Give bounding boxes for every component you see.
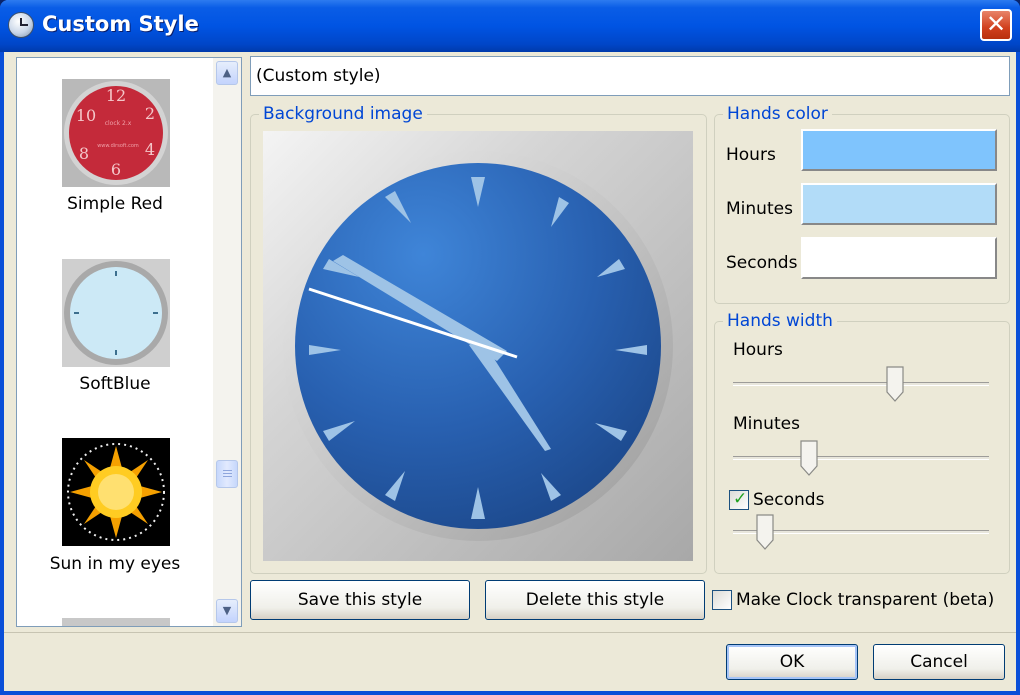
minutes-width-slider[interactable]	[733, 456, 989, 460]
svg-text:4: 4	[145, 140, 155, 159]
delete-style-button[interactable]: Delete this style	[485, 580, 705, 620]
style-label: Sun in my eyes	[49, 554, 181, 574]
footer-divider	[4, 632, 1016, 633]
svg-text:6: 6	[111, 160, 121, 179]
svg-text:12: 12	[106, 86, 126, 105]
style-name-input[interactable]	[250, 56, 1010, 96]
style-label: Simple Red	[67, 194, 163, 214]
hands-color-legend: Hands color	[723, 104, 832, 124]
background-image-preview[interactable]	[263, 131, 693, 561]
background-image-group: Background image	[250, 104, 707, 574]
custom-style-dialog: Custom Style ✕ 12 2 4 6 8 10 clock 2.x w…	[0, 0, 1020, 695]
hours-width-slider[interactable]	[733, 382, 989, 386]
vertical-scrollbar[interactable]: ▲ ▼	[213, 58, 241, 626]
hours-color-swatch[interactable]	[801, 129, 997, 171]
minutes-width-slider-thumb[interactable]	[800, 440, 818, 476]
svg-text:2: 2	[145, 104, 155, 123]
hands-width-group: Hands width Hours Minutes ✓ Seconds	[714, 311, 1010, 574]
close-button[interactable]: ✕	[980, 9, 1012, 41]
seconds-width-label: Seconds	[753, 490, 825, 510]
background-image-legend: Background image	[259, 104, 427, 124]
svg-text:10: 10	[76, 106, 96, 125]
title-bar[interactable]: Custom Style ✕	[0, 0, 1020, 52]
clock-app-icon	[8, 12, 34, 38]
scroll-thumb[interactable]	[216, 460, 238, 488]
partial-thumbnail	[62, 618, 170, 626]
minutes-color-swatch[interactable]	[801, 183, 997, 225]
hours-width-slider-thumb[interactable]	[886, 366, 904, 402]
transparent-checkbox[interactable]	[712, 590, 732, 610]
ok-button[interactable]: OK	[726, 644, 858, 680]
softblue-thumbnail	[62, 259, 170, 367]
check-icon: ✓	[733, 489, 748, 509]
simple-red-thumbnail: 12 2 4 6 8 10 clock 2.x www.dirsoft.com	[62, 79, 170, 187]
scroll-up-button[interactable]: ▲	[216, 61, 238, 85]
transparent-label: Make Clock transparent (beta)	[736, 590, 995, 610]
hours-width-label: Hours	[733, 340, 783, 360]
svg-text:8: 8	[79, 144, 89, 163]
hours-color-label: Hours	[726, 145, 776, 165]
window-title: Custom Style	[42, 12, 199, 36]
hands-color-group: Hands color Hours Minutes Seconds	[714, 104, 1010, 304]
svg-text:clock 2.x: clock 2.x	[105, 120, 132, 127]
minutes-width-label: Minutes	[733, 414, 800, 434]
clock-face-preview	[283, 151, 673, 541]
save-style-button[interactable]: Save this style	[250, 580, 470, 620]
scroll-down-button[interactable]: ▼	[216, 599, 238, 623]
seconds-width-checkbox[interactable]: ✓	[729, 489, 749, 510]
seconds-width-slider-thumb[interactable]	[756, 514, 774, 550]
sun-thumbnail	[62, 438, 170, 546]
svg-text:www.dirsoft.com: www.dirsoft.com	[97, 143, 139, 149]
seconds-color-swatch[interactable]	[801, 237, 997, 279]
cancel-button[interactable]: Cancel	[873, 644, 1005, 680]
style-list[interactable]: 12 2 4 6 8 10 clock 2.x www.dirsoft.com …	[16, 57, 242, 627]
style-label: SoftBlue	[79, 374, 151, 394]
hands-width-legend: Hands width	[723, 311, 837, 331]
seconds-color-label: Seconds	[726, 253, 798, 273]
minutes-color-label: Minutes	[726, 199, 793, 219]
